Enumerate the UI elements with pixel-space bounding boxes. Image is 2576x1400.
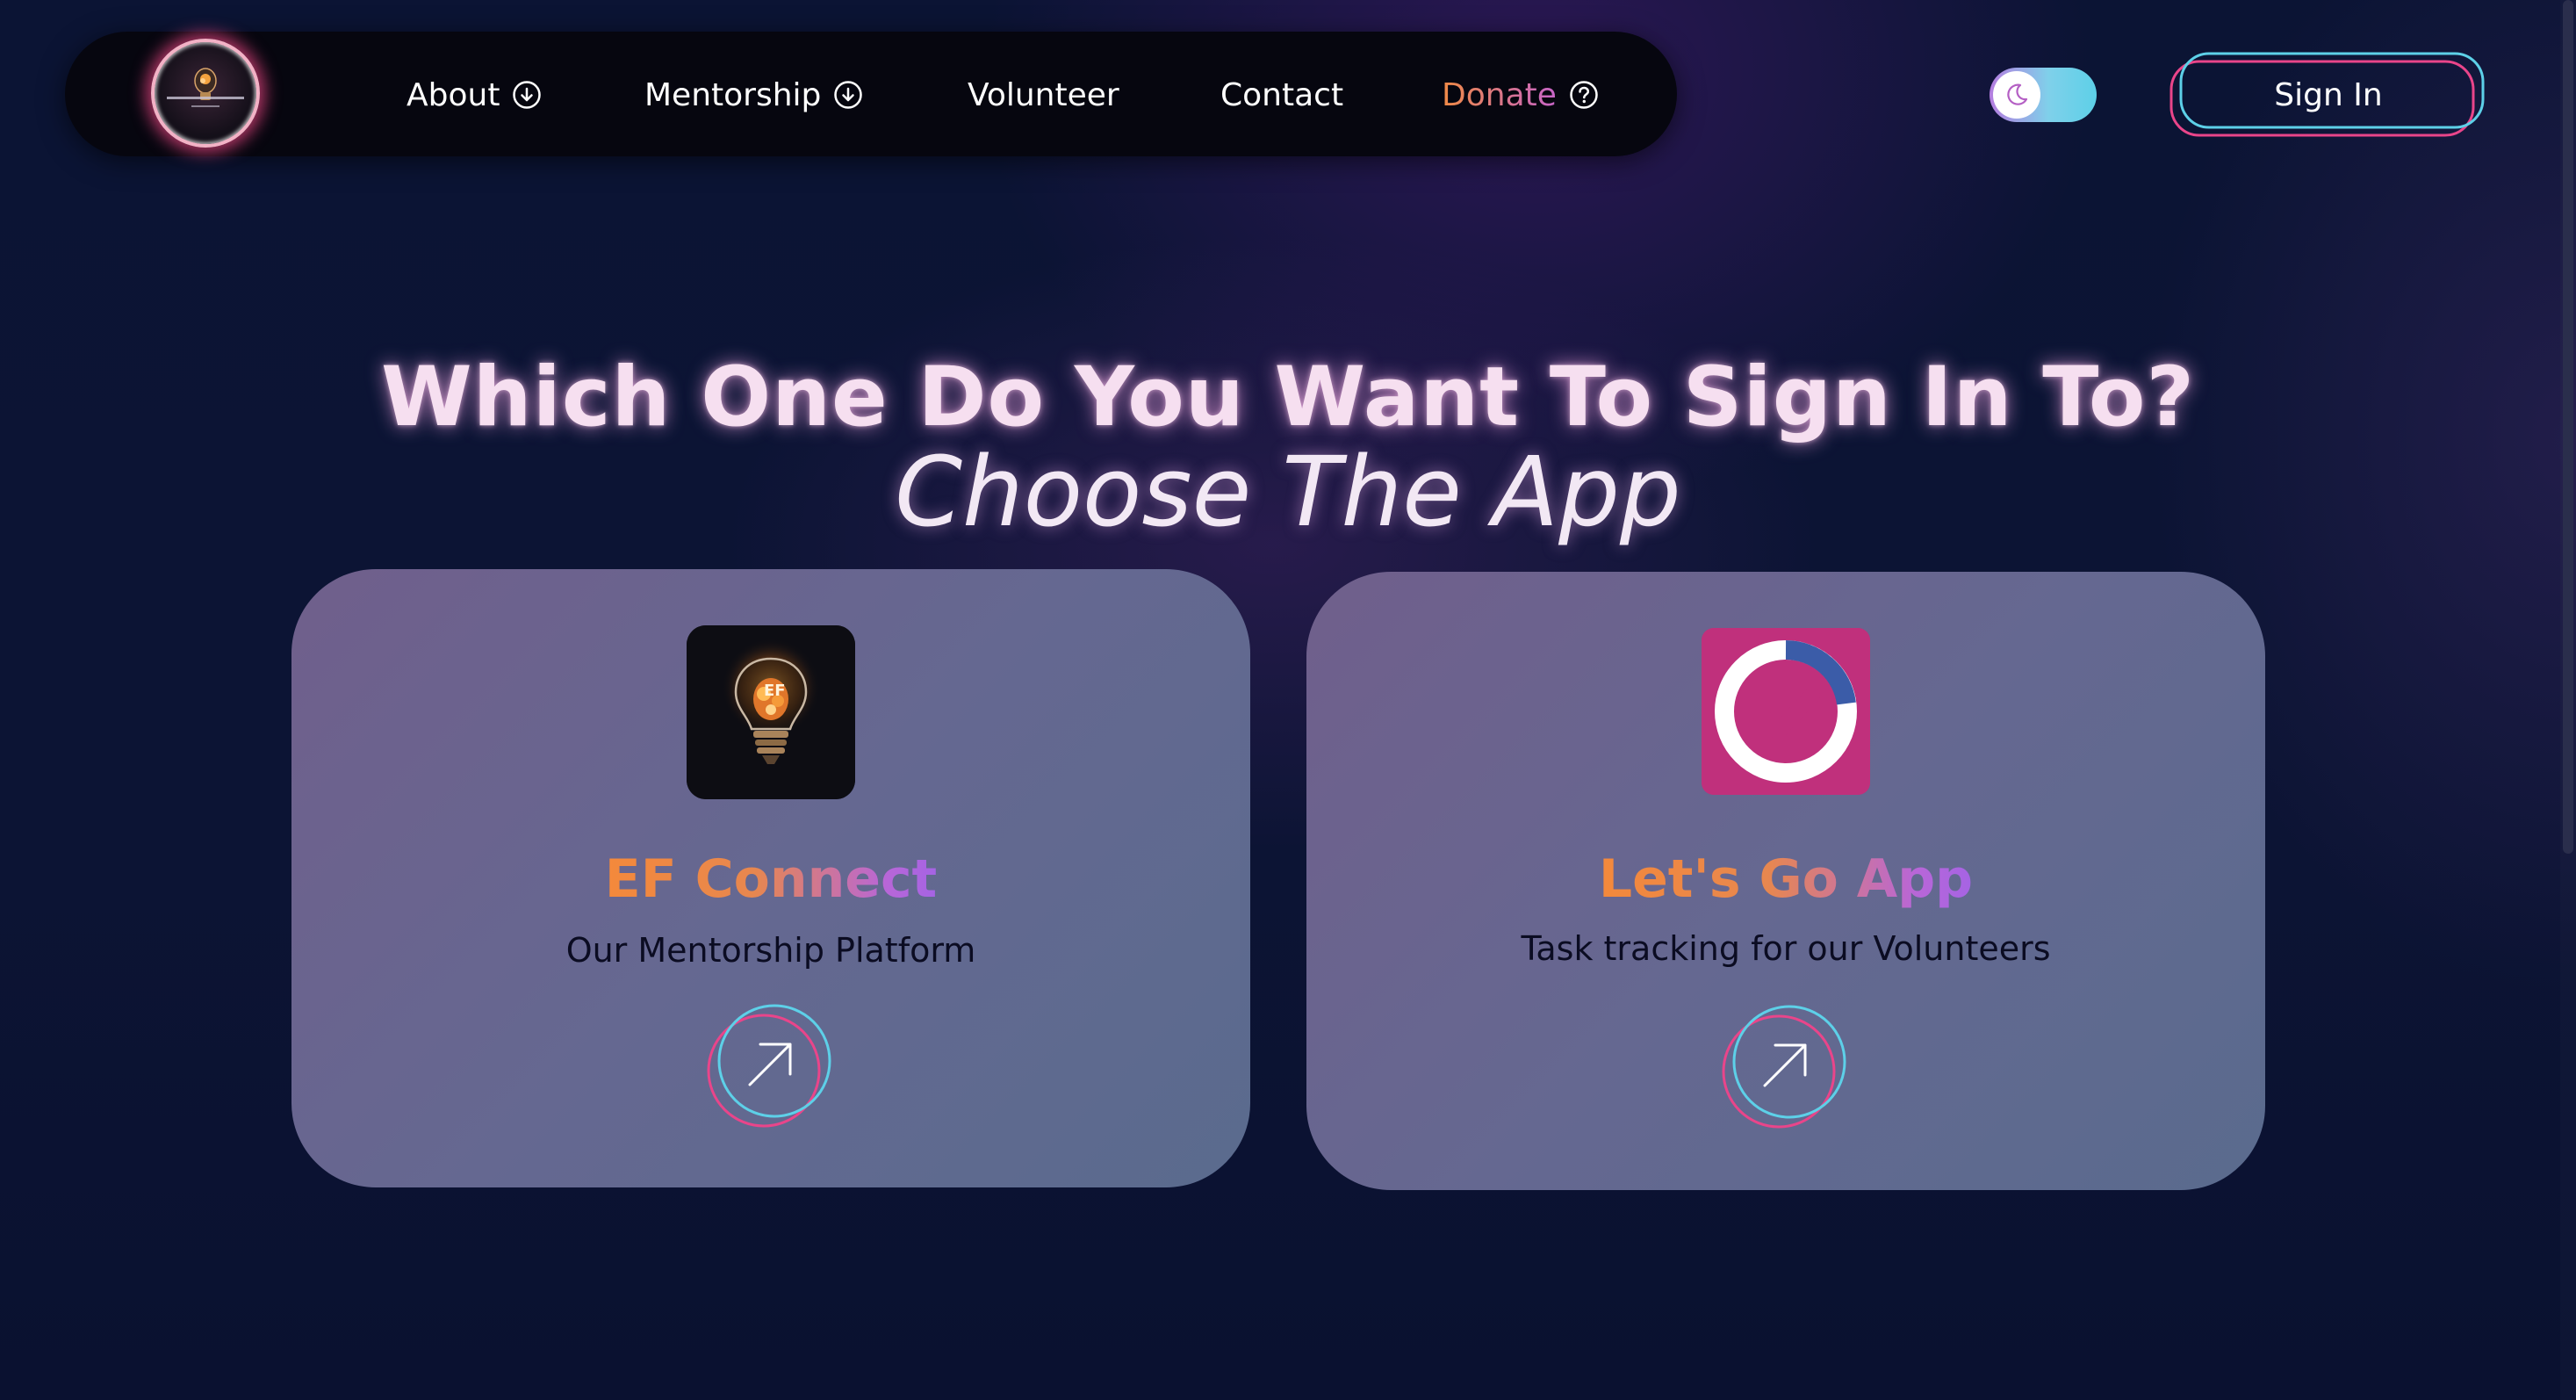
arrow-up-right-icon xyxy=(707,1004,831,1128)
nav-mentorship-label: Mentorship xyxy=(644,76,822,113)
nav-about[interactable]: About xyxy=(407,70,542,119)
app-description: Task tracking for our Volunteers xyxy=(1521,929,2051,968)
nav-volunteer[interactable]: Volunteer xyxy=(968,70,1119,119)
sign-in-label: Sign In xyxy=(2274,76,2383,113)
lightbulb-logo-icon xyxy=(167,68,244,107)
svg-text:EF: EF xyxy=(764,682,786,700)
sign-in-button[interactable]: Sign In xyxy=(2169,49,2488,141)
app-description: Our Mentorship Platform xyxy=(565,931,976,970)
toggle-knob xyxy=(1993,71,2040,119)
nav-contact-label: Contact xyxy=(1220,76,1344,113)
app-card-lets-go[interactable]: Let's Go App Task tracking for our Volun… xyxy=(1306,572,2265,1190)
nav-about-label: About xyxy=(407,76,500,113)
app-title: EF Connect xyxy=(291,848,1250,910)
nav-contact[interactable]: Contact xyxy=(1220,70,1343,119)
theme-toggle[interactable] xyxy=(1990,68,2097,122)
checkmark-progress-app-icon xyxy=(1702,628,1870,795)
nav-mentorship[interactable]: Mentorship xyxy=(644,70,863,119)
chevron-down-circle-icon xyxy=(513,81,542,109)
moon-icon xyxy=(2007,83,2028,105)
chevron-down-circle-icon xyxy=(834,81,863,109)
question-circle-icon xyxy=(1570,81,1598,109)
app-title-text: Let's Go App xyxy=(1598,848,1974,910)
arrow-up-right-icon xyxy=(1722,1005,1846,1129)
app-card-ef-connect[interactable]: EF EF Connect Our Mentorship Platform xyxy=(291,569,1250,1187)
navbar xyxy=(65,32,1677,156)
empowered-futures-logo[interactable] xyxy=(151,39,260,148)
nav-volunteer-label: Volunteer xyxy=(968,76,1119,113)
nav-donate-label: Donate xyxy=(1442,76,1557,113)
nav-donate[interactable]: Donate xyxy=(1442,70,1599,119)
page-subtitle: Choose The App xyxy=(895,436,1681,548)
open-lets-go-button[interactable] xyxy=(1719,1002,1851,1134)
lightbulb-app-icon: EF xyxy=(687,625,855,799)
scrollbar-thumb[interactable] xyxy=(2563,0,2573,854)
app-title-text: EF Connect xyxy=(604,848,938,910)
open-ef-connect-button[interactable] xyxy=(704,1001,836,1133)
page-title: Which One Do You Want To Sign In To? xyxy=(381,350,2195,445)
app-title: Let's Go App xyxy=(1306,848,2265,910)
